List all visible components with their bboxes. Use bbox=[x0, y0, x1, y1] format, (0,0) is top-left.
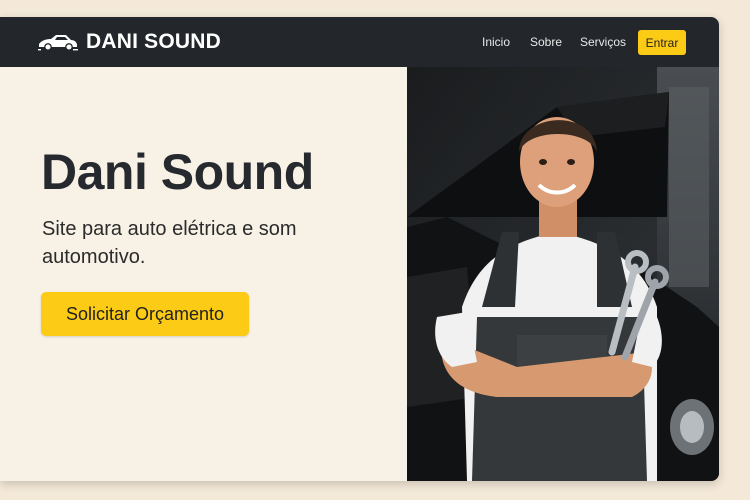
browser-window: DANI SOUND Inicio Sobre Serviços Entrar … bbox=[0, 17, 719, 481]
brand-logo[interactable]: DANI SOUND bbox=[38, 30, 221, 54]
car-icon bbox=[38, 35, 78, 51]
nav-link-sobre[interactable]: Sobre bbox=[530, 35, 562, 49]
nav-link-inicio[interactable]: Inicio bbox=[482, 35, 510, 49]
hero-title: Dani Sound bbox=[41, 144, 314, 200]
navbar: DANI SOUND Inicio Sobre Serviços Entrar bbox=[0, 17, 719, 67]
nav-link-servicos[interactable]: Serviços bbox=[580, 35, 626, 49]
hero-section: Dani Sound Site para auto elétrica e som… bbox=[0, 67, 407, 481]
brand-name: DANI SOUND bbox=[86, 30, 222, 53]
hero-photo bbox=[407, 67, 719, 481]
request-quote-button[interactable]: Solicitar Orçamento bbox=[41, 292, 249, 336]
mechanic-photo bbox=[407, 67, 719, 481]
hero-subtitle: Site para auto elétrica e som automotivo… bbox=[42, 218, 297, 268]
login-button[interactable]: Entrar bbox=[638, 30, 686, 55]
